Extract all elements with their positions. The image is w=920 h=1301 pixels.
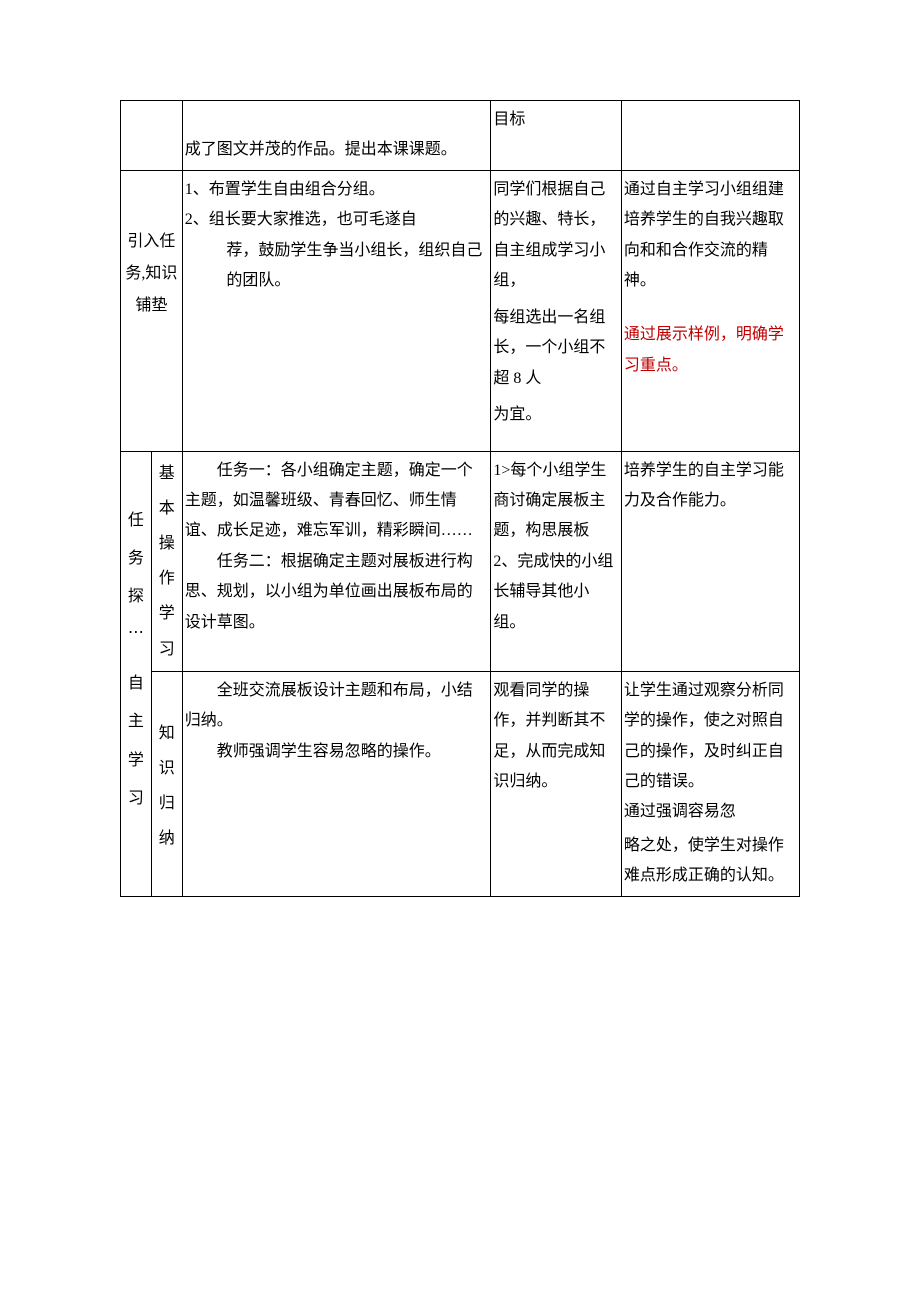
cell-teacher-activity: 1、布置学生自由组合分组。 2、组长要大家推选，也可毛遂自 荐，鼓励学生争当小组… [182, 170, 491, 451]
dots: ⋯ [123, 617, 149, 649]
list-item-cont: 荐，鼓励学生争当小组长，组织自己的团队。 [185, 236, 489, 297]
text: 培养学生的自主学习能力及合作能力。 [624, 456, 797, 517]
stage-label: 任务探 [123, 502, 149, 617]
cell-design-intent: 通过自主学习小组组建培养学生的自我兴趣取向和和合作交流的精神。 通过展示样例，明… [621, 170, 799, 451]
text: 教师强调学生容易忽略的操作。 [185, 737, 489, 767]
highlight-text: 通过展示样例，明确学习重点。 [624, 320, 797, 381]
text: 全班交流展板设计主题和布局，小结归纳。 [185, 676, 489, 737]
cell-student-activity: 同学们根据自己的兴趣、特长，自主组成学习小组， 每组选出一名组长，一个小组不超 … [491, 170, 622, 451]
list-item: 1、布置学生自由组合分组。 [185, 175, 489, 205]
stage-label: 自主学习 [123, 665, 149, 819]
document-page: 成了图文并茂的作品。提出本课课题。 目标 引入任务,知识铺垫 1、布置学生自由组… [0, 0, 920, 1301]
cell-teacher-activity: 全班交流展板设计主题和布局，小结归纳。 教师强调学生容易忽略的操作。 [182, 671, 491, 896]
substage-label: 知识归纳 [154, 716, 180, 857]
text: 让学生通过观察分析同学的操作，使之对照自己的操作，及时纠正自己的错误。 [624, 676, 797, 798]
table-row: 引入任务,知识铺垫 1、布置学生自由组合分组。 2、组长要大家推选，也可毛遂自 … [121, 170, 800, 451]
cell-student-activity: 目标 [491, 101, 622, 171]
table-row: 任务探 ⋯ 自主学习 基本操作学习 任务一：各小组确定主题，确定一个主题，如温馨… [121, 451, 800, 671]
substage-label: 基本操作学习 [154, 456, 180, 667]
cell-student-activity: 1>每个小组学生商讨确定展板主题，构思展板 2、完成快的小组长辅导其他小组。 [491, 451, 622, 671]
cell-student-activity: 观看同学的操作，并判断其不足，从而完成知识归纳。 [491, 671, 622, 896]
text: 通过自主学习小组组建培养学生的自我兴趣取向和和合作交流的精神。 [624, 175, 797, 297]
text: 成了图文并茂的作品。提出本课课题。 [185, 135, 489, 165]
text: 2、完成快的小组长辅导其他小组。 [493, 547, 619, 638]
cell-stage-inner: 基本操作学习 [151, 451, 182, 671]
lesson-plan-table: 成了图文并茂的作品。提出本课课题。 目标 引入任务,知识铺垫 1、布置学生自由组… [120, 100, 800, 897]
text: 目标 [493, 105, 619, 135]
text: 略之处，使学生对操作难点形成正确的认知。 [624, 831, 797, 892]
table-row: 知识归纳 全班交流展板设计主题和布局，小结归纳。 教师强调学生容易忽略的操作。 … [121, 671, 800, 896]
table-row: 成了图文并茂的作品。提出本课课题。 目标 [121, 101, 800, 171]
task-text: 任务二：根据确定主题对展板进行构思、规划，以小组为单位画出展板布局的设计草图。 [185, 547, 489, 638]
text: 每组选出一名组长，一个小组不超 8 人 [493, 303, 619, 394]
list-item: 2、组长要大家推选，也可毛遂自 [185, 205, 489, 235]
text: 通过强调容易忽 [624, 797, 797, 827]
cell-design-intent [621, 101, 799, 171]
cell-design-intent: 让学生通过观察分析同学的操作，使之对照自己的操作，及时纠正自己的错误。 通过强调… [621, 671, 799, 896]
stage-label: 引入任务,知识铺垫 [123, 226, 180, 322]
cell-stage-inner: 知识归纳 [151, 671, 182, 896]
text: 1>每个小组学生商讨确定展板主题，构思展板 [493, 456, 619, 547]
cell-stage [121, 101, 183, 171]
cell-teacher-activity: 任务一：各小组确定主题，确定一个主题，如温馨班级、青春回忆、师生情谊、成长足迹，… [182, 451, 491, 671]
cell-design-intent: 培养学生的自主学习能力及合作能力。 [621, 451, 799, 671]
text: 同学们根据自己的兴趣、特长，自主组成学习小组， [493, 175, 619, 297]
cell-stage-outer: 任务探 ⋯ 自主学习 [121, 451, 152, 896]
cell-teacher-activity: 成了图文并茂的作品。提出本课课题。 [182, 101, 491, 171]
text: 观看同学的操作，并判断其不足，从而完成知识归纳。 [493, 676, 619, 798]
text: 为宜。 [493, 400, 619, 430]
task-text: 任务一：各小组确定主题，确定一个主题，如温馨班级、青春回忆、师生情谊、成长足迹，… [185, 456, 489, 547]
cell-stage: 引入任务,知识铺垫 [121, 170, 183, 451]
